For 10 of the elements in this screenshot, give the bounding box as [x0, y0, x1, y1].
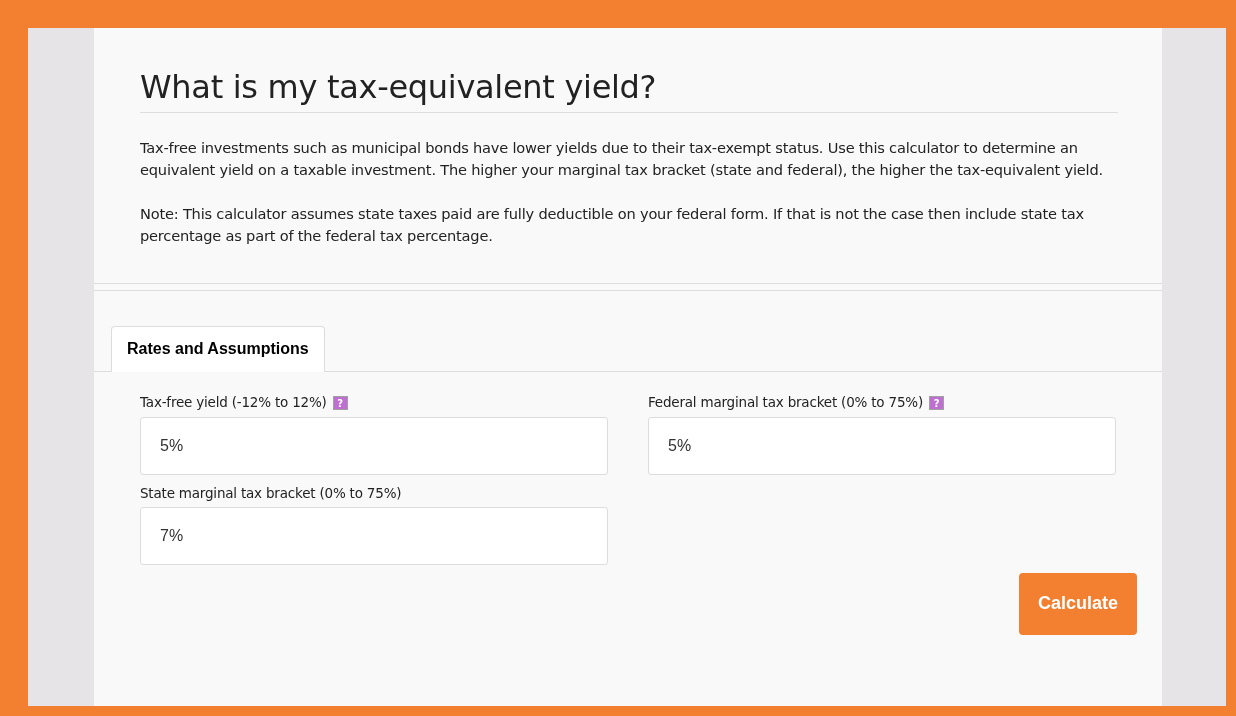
- tab[interactable]: Rates and Assumptions: [111, 326, 325, 373]
- input-field[interactable]: 5%: [648, 416, 1116, 475]
- input-field[interactable]: 7%: [140, 506, 608, 565]
- field-label: State marginal tax bracket (0% to 75%): [140, 483, 402, 503]
- input-field[interactable]: 5%: [140, 416, 608, 475]
- description-text: Note: This calculator assumes state taxes paid are fully deductible on your federal form. If that is not the case then include state tax percentage as part of the federal tax percentage.: [140, 204, 1085, 247]
- field-label: Federal marginal tax bracket (0% to 75%): [648, 393, 923, 413]
- field-label: Tax-free yield (-12% to 12%): [140, 393, 327, 413]
- description-text: Tax-free investments such as municipal bonds have lower yields due to their tax-exempt status. Use this calculator to determine an equivalent yield on a taxable investment. The higher your marginal tax bracket (state and federal), the higher the tax-equivalent yield.: [140, 138, 1104, 181]
- page-title: What is my tax-equivalent yield?: [140, 68, 1118, 114]
